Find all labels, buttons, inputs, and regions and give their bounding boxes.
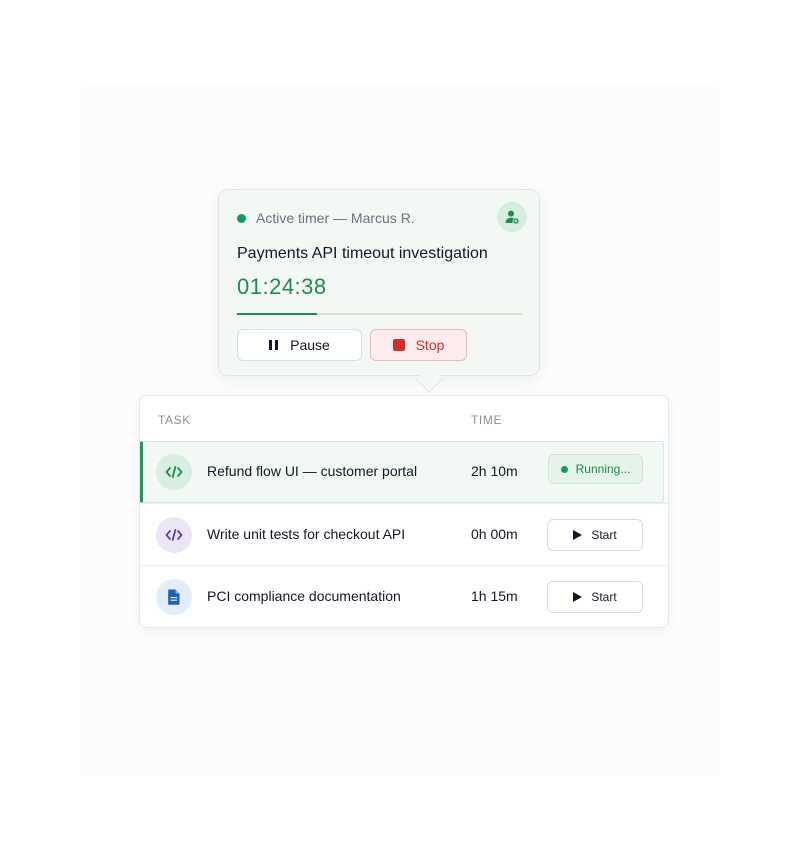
task-name: PCI compliance documentation <box>207 588 401 604</box>
stop-button[interactable]: Stop <box>370 329 467 361</box>
live-status-dot <box>237 213 246 223</box>
stop-icon <box>392 339 405 351</box>
code-icon-glyph <box>165 529 183 541</box>
document-icon-glyph <box>168 589 180 605</box>
code-icon <box>156 454 192 490</box>
play-icon <box>573 530 583 540</box>
timer-elapsed: 01:24:38 <box>237 274 327 299</box>
status-label: Running... <box>575 462 631 476</box>
pause-button[interactable]: Pause <box>237 329 362 361</box>
table-row[interactable]: Refund flow UI — customer portal 2h 10m … <box>140 441 664 503</box>
timer-progress-track <box>237 313 522 315</box>
task-name: Refund flow UI — customer portal <box>207 463 418 479</box>
pause-icon <box>269 340 279 350</box>
timer-header: Active timer — Marcus R. <box>237 208 527 228</box>
user-icon <box>505 210 519 224</box>
running-dot-icon <box>560 465 568 473</box>
column-header-time: TIME <box>471 413 503 427</box>
start-button[interactable]: Start <box>547 519 643 551</box>
timer-task-title: Payments API timeout investigation <box>237 245 488 262</box>
user-badge-icon[interactable] <box>497 202 527 232</box>
task-time: 2h 10m <box>471 463 518 479</box>
start-button[interactable]: Start <box>547 581 643 613</box>
task-table: TASK TIME Refund flow UI — customer port… <box>139 395 669 628</box>
stop-button-label: Stop <box>415 337 445 353</box>
active-timer-card: Active timer — Marcus R. Payments API ti… <box>218 189 540 376</box>
document-icon <box>156 579 192 615</box>
task-name: Write unit tests for checkout API <box>207 526 406 542</box>
running-status-badge: Running... <box>548 454 643 484</box>
code-icon-glyph <box>165 466 183 478</box>
task-time: 1h 15m <box>471 588 518 604</box>
play-icon <box>573 592 583 602</box>
task-time: 0h 00m <box>471 526 518 542</box>
pause-button-label: Pause <box>290 337 330 353</box>
timer-status-label: Active timer — Marcus R. <box>256 210 415 226</box>
column-header-task: TASK <box>158 413 191 427</box>
table-row[interactable]: PCI compliance documentation 1h 15m Star… <box>140 566 668 628</box>
table-row[interactable]: Write unit tests for checkout API 0h 00m… <box>140 504 668 566</box>
start-button-label: Start <box>591 590 617 604</box>
code-icon <box>156 517 192 553</box>
timer-progress-fill <box>237 313 317 315</box>
start-button-label: Start <box>591 528 617 542</box>
